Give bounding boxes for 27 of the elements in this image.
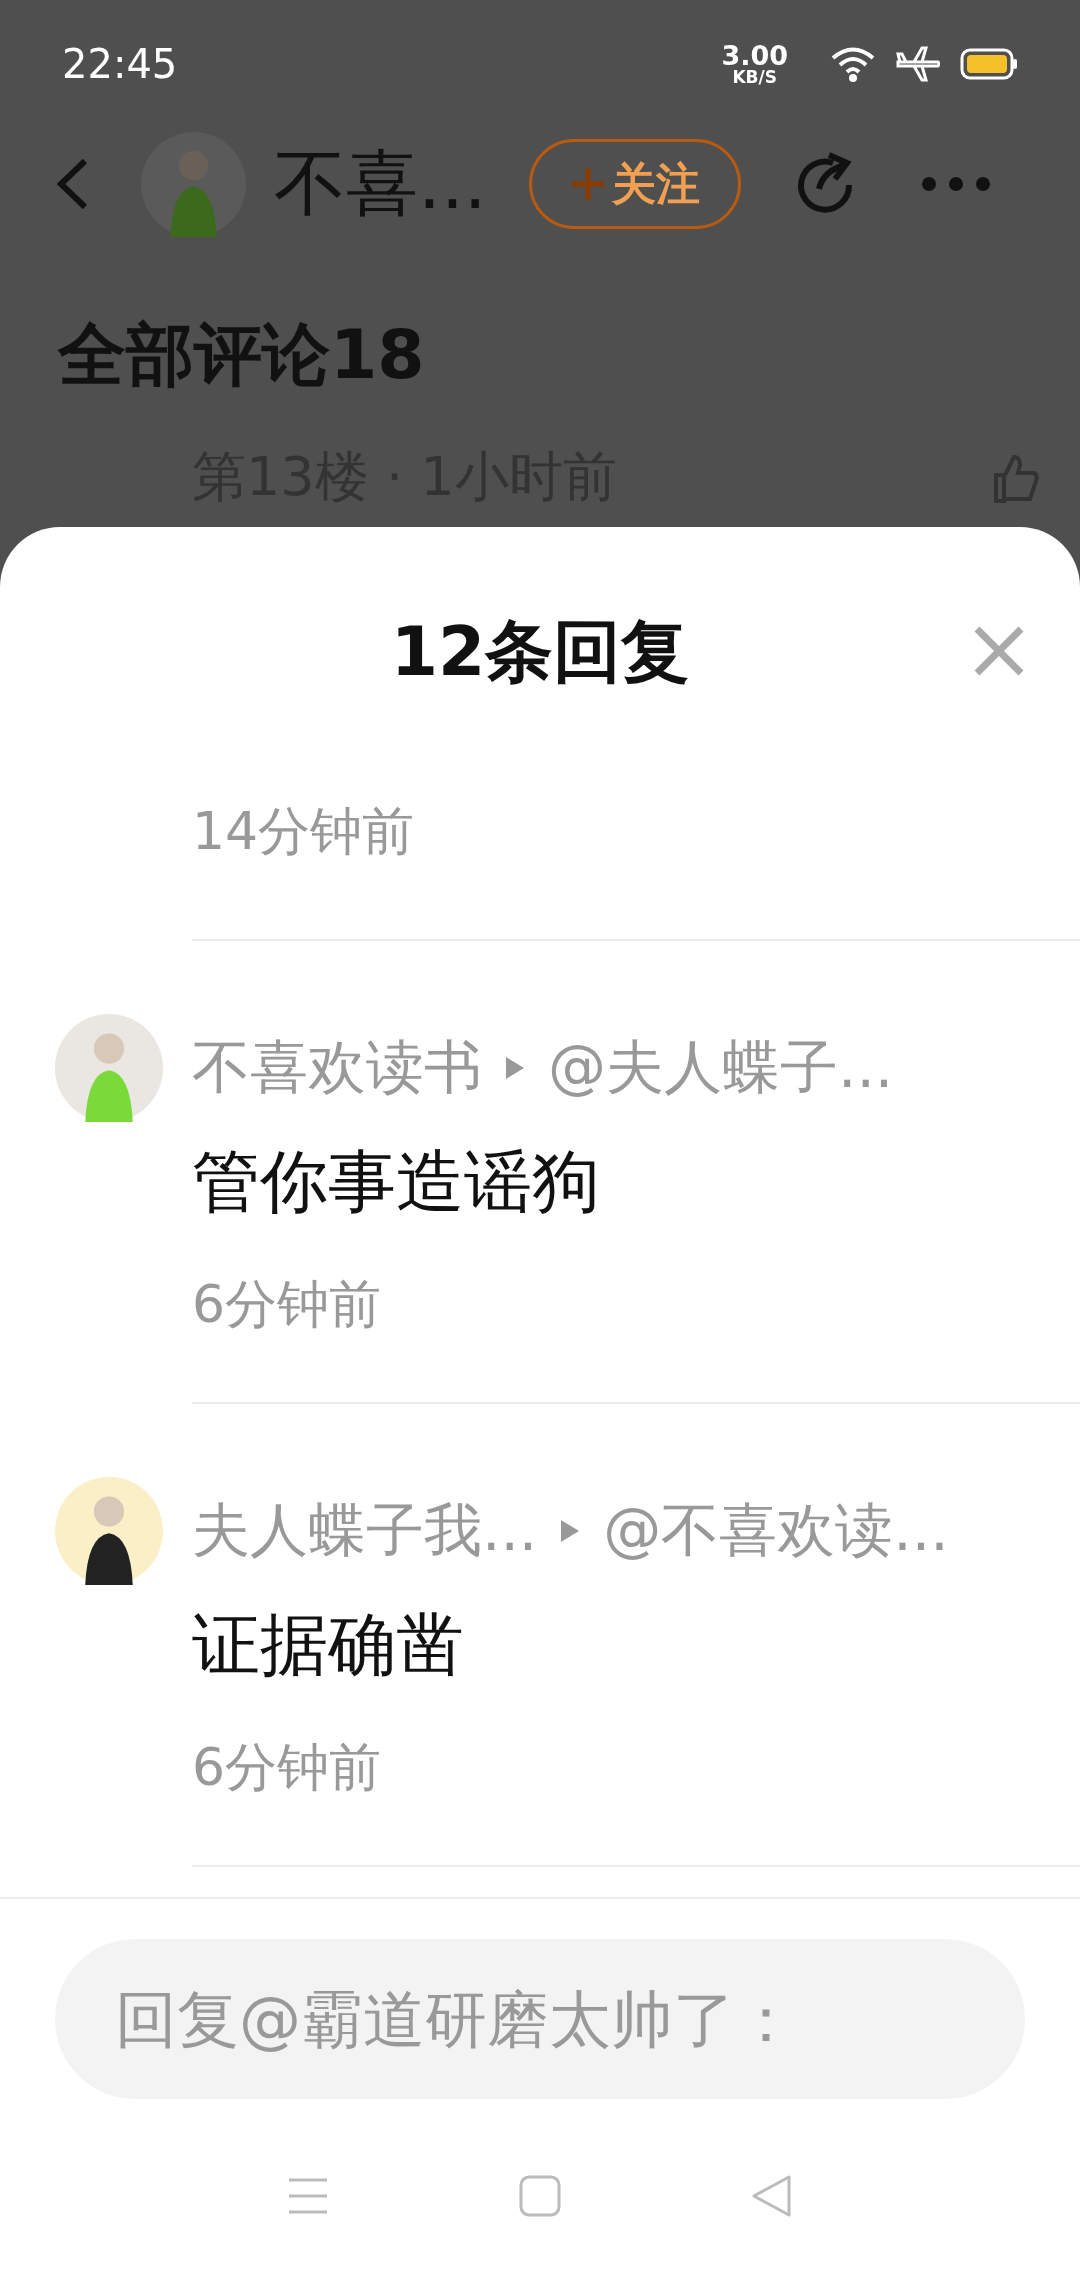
back-nav-icon[interactable]: [751, 2173, 793, 2218]
reply-text: 管你事造谣狗: [192, 1141, 601, 1223]
battery-icon: [960, 48, 1018, 80]
reply-time: 14分钟前: [192, 800, 416, 863]
airplane-icon: [896, 46, 940, 82]
close-icon[interactable]: [973, 625, 1025, 677]
reply-target[interactable]: @夫人蝶子...: [548, 1029, 894, 1107]
network-speed: 3.00: [721, 42, 788, 69]
reply-time: 6分钟前: [192, 1736, 383, 1799]
triangle-icon: [504, 1055, 526, 1081]
reply-text: 证据确凿: [192, 1604, 465, 1686]
plus-icon: [569, 166, 606, 202]
user-name: 不喜...: [274, 140, 487, 227]
reply-target[interactable]: @不喜欢读...: [603, 1492, 949, 1570]
network-speed-unit: KB/S: [732, 69, 777, 86]
reply-input-field[interactable]: 回复@霸道研磨太帅了：: [55, 1939, 1025, 2099]
more-icon[interactable]: [920, 176, 991, 192]
reply-author[interactable]: 夫人蝶子我...: [192, 1492, 538, 1570]
home-icon[interactable]: [519, 2174, 561, 2217]
comments-title: 全部评论18: [58, 314, 426, 396]
avatar[interactable]: [141, 131, 246, 237]
follow-button[interactable]: 关注: [528, 139, 741, 229]
status-time: 22:45: [62, 41, 178, 87]
reply-time: 6分钟前: [192, 1273, 383, 1336]
reply-author[interactable]: 不喜欢读书: [192, 1029, 482, 1107]
wifi-icon: [830, 45, 876, 83]
sheet-title: 12条回复: [390, 610, 690, 693]
